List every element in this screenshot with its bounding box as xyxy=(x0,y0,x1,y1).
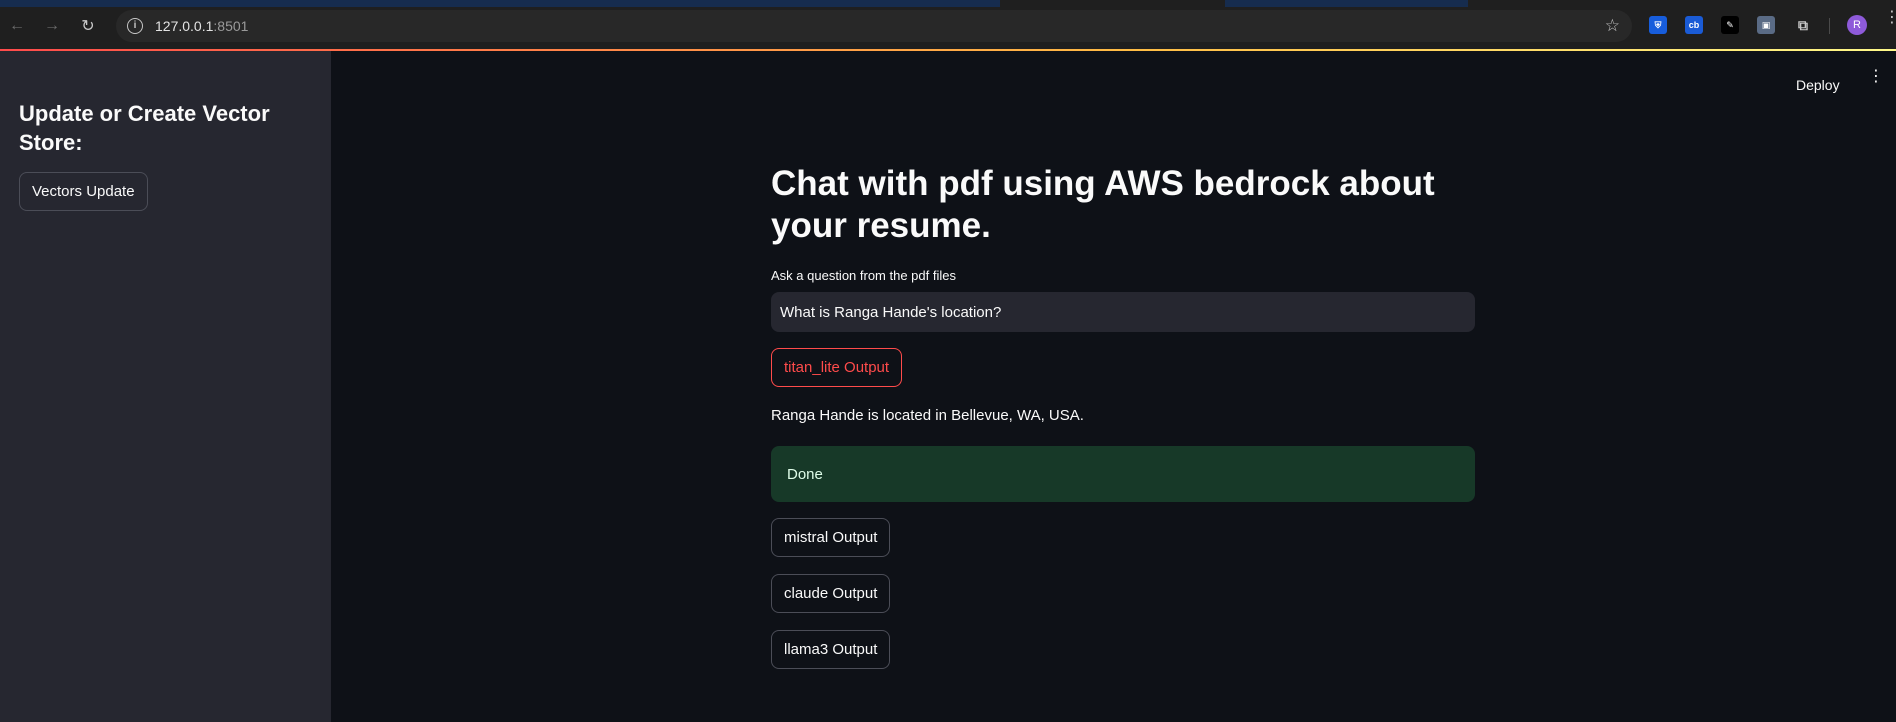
toolbar-divider xyxy=(1829,18,1830,34)
answer-text: Ranga Hande is located in Bellevue, WA, … xyxy=(771,407,1084,424)
titan-lite-output-button[interactable]: titan_lite Output xyxy=(771,348,903,387)
browser-menu-icon[interactable]: ⋮ xyxy=(1884,10,1896,26)
forward-icon[interactable]: → xyxy=(41,15,63,37)
screen-capture-icon[interactable]: ▣ xyxy=(1757,16,1775,34)
bookmark-star-icon[interactable]: ☆ xyxy=(1605,16,1620,36)
bitwarden-icon[interactable]: ⛨ xyxy=(1649,16,1667,34)
sidebar-title: Update or Create Vector Store: xyxy=(19,101,270,155)
main-menu-icon[interactable]: ⋮ xyxy=(1868,69,1884,85)
tab-strip-gap-2 xyxy=(1468,0,1896,7)
tab-strip-gap xyxy=(1000,0,1225,7)
browser-toolbar: ← → ↻ i 127.0.0.1:8501 ☆ ⛨ cb ✎ ▣ ⧉ R ⋮ xyxy=(0,0,1896,50)
cb-extension-icon[interactable]: cb xyxy=(1685,16,1703,34)
address-bar[interactable]: i 127.0.0.1:8501 ☆ xyxy=(116,10,1632,42)
question-input[interactable] xyxy=(771,292,1475,332)
question-label: Ask a question from the pdf files xyxy=(771,268,956,283)
url-host: 127.0.0.1 xyxy=(155,18,214,34)
vectors-update-button[interactable]: Vectors Update xyxy=(19,172,148,211)
pen-extension-icon[interactable]: ✎ xyxy=(1721,16,1739,34)
site-info-icon[interactable]: i xyxy=(127,18,143,34)
llama3-output-button[interactable]: llama3 Output xyxy=(771,630,891,669)
claude-output-button[interactable]: claude Output xyxy=(771,574,891,613)
success-alert: Done xyxy=(771,446,1475,502)
url-text[interactable]: 127.0.0.1:8501 xyxy=(155,18,248,34)
success-alert-text: Done xyxy=(787,465,823,483)
deploy-button[interactable]: Deploy xyxy=(1796,77,1840,93)
puzzle-extensions-icon[interactable]: ⧉ xyxy=(1794,16,1812,34)
mistral-output-button[interactable]: mistral Output xyxy=(771,518,891,557)
page-title: Chat with pdf using AWS bedrock about yo… xyxy=(771,164,1435,245)
back-icon[interactable]: ← xyxy=(6,15,28,37)
profile-avatar[interactable]: R xyxy=(1847,15,1867,35)
reload-icon[interactable]: ↻ xyxy=(77,15,99,37)
tab-strip xyxy=(0,0,1896,7)
url-port: :8501 xyxy=(213,18,249,34)
